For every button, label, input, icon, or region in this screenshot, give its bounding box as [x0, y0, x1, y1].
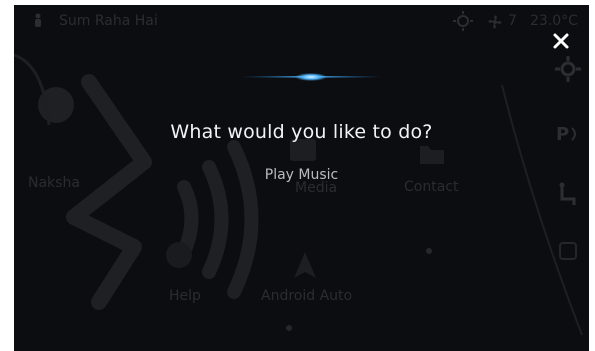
partial-widget-icon [14, 53, 51, 126]
fan-level: 7 [508, 13, 517, 29]
voice-activity-indicator [241, 73, 381, 81]
close-icon[interactable] [550, 30, 572, 52]
infotainment-screen: Sum Raha Hai 7 23.0°C Naksha Media Conta… [14, 5, 589, 351]
voice-suggestion[interactable]: Play Music [14, 167, 589, 183]
help-label: Help [169, 288, 201, 304]
seat-icon [559, 182, 576, 205]
page-indicator [286, 325, 292, 331]
fan-icon [486, 13, 504, 33]
sun-icon [453, 11, 473, 31]
help-icon [166, 242, 192, 268]
contact-icon [420, 146, 444, 164]
person-icon [32, 13, 44, 33]
settings-icon [555, 56, 581, 82]
page-dot [426, 248, 432, 254]
vehicle-icon [559, 242, 577, 260]
android-auto-label: Android Auto [261, 288, 353, 304]
navigation-icon [294, 252, 316, 278]
location-text: Sum Raha Hai [59, 13, 158, 29]
voice-prompt: What would you like to do? [170, 121, 433, 143]
